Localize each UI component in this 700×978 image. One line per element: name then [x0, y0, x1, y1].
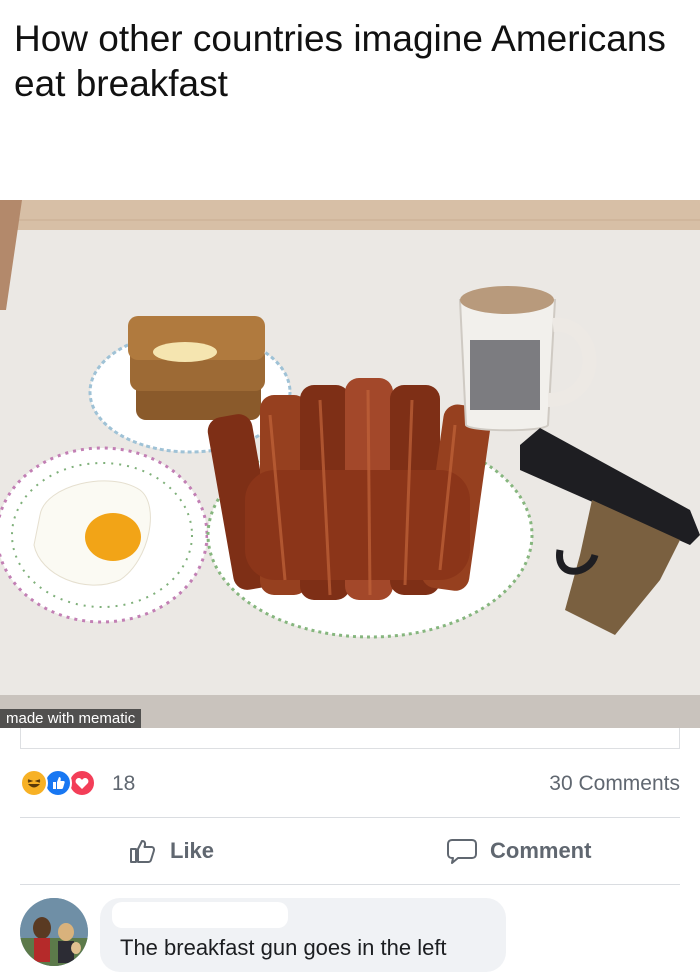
thumbs-up-icon — [130, 840, 156, 863]
like-button[interactable]: Like — [128, 820, 214, 882]
comment-text: The breakfast gun goes in the left — [120, 935, 447, 960]
breakfast-photo[interactable]: made with mematic — [0, 200, 700, 728]
breakfast-illustration — [0, 200, 700, 728]
divider-top — [20, 817, 680, 818]
comment-button[interactable]: Comment — [446, 820, 591, 882]
divider-bottom — [20, 884, 680, 885]
like-icon — [44, 769, 72, 797]
reaction-icons[interactable] — [20, 769, 106, 797]
post-actions: Like Comment — [20, 820, 680, 882]
reaction-count[interactable]: 18 — [112, 772, 135, 796]
watermark-label: made with mematic — [0, 709, 142, 728]
like-label: Like — [170, 838, 215, 863]
speech-bubble-icon — [447, 839, 477, 864]
haha-icon — [20, 769, 48, 797]
comment-item: The breakfast gun goes in the left — [20, 898, 680, 974]
link-preview-strip[interactable] — [20, 728, 680, 749]
post-stats-row: 18 30 Comments — [20, 764, 680, 802]
redacted-author-name — [112, 902, 288, 928]
comment-bubble[interactable]: The breakfast gun goes in the left — [100, 898, 506, 972]
love-icon — [68, 769, 96, 797]
comments-count-link[interactable]: 30 Comments — [549, 772, 680, 796]
avatar[interactable] — [20, 898, 88, 966]
comment-label: Comment — [490, 838, 592, 863]
meme-caption: How other countries imagine Americans ea… — [14, 18, 666, 104]
avatar-photo — [20, 898, 88, 966]
